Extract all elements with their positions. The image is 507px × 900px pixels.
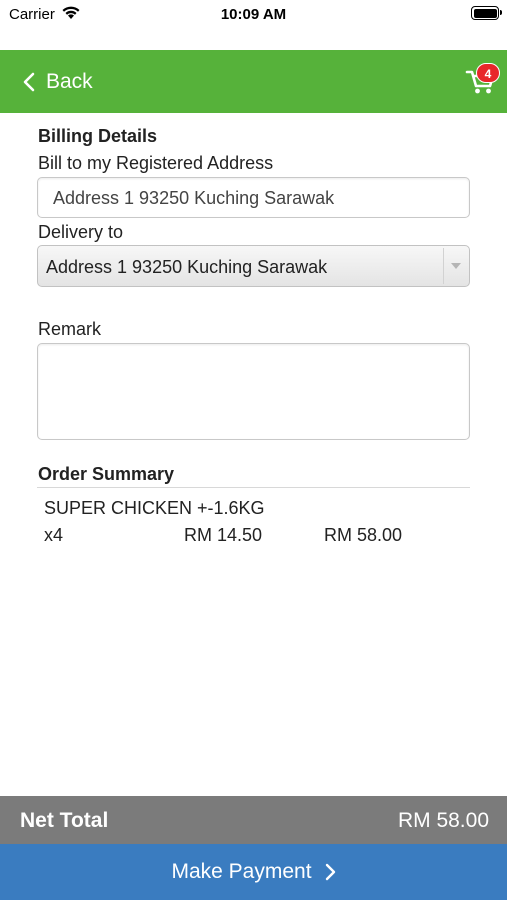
- delivery-to-label: Delivery to: [38, 222, 124, 242]
- battery-icon: [471, 6, 502, 20]
- registered-address-label: Bill to my Registered Address: [38, 153, 274, 173]
- make-payment-label: Make Payment: [171, 860, 312, 883]
- back-label: Back: [46, 70, 93, 93]
- order-summary-divider: [37, 487, 470, 488]
- item-name: SUPER CHICKEN +-1.6KG: [44, 498, 265, 518]
- remark-input[interactable]: [37, 343, 470, 440]
- chevron-left-icon: [23, 72, 35, 92]
- nav-bar: Back: [0, 50, 507, 113]
- status-time: 10:09 AM: [220, 6, 287, 23]
- billing-details-title: Billing Details: [38, 126, 158, 146]
- status-bar: Carrier 10:09 AM: [0, 0, 507, 50]
- item-quantity: x4: [44, 525, 64, 545]
- net-total-value: RM 58.00: [397, 809, 489, 832]
- chevron-right-icon: [325, 863, 335, 881]
- item-line-total: RM 58.00: [324, 525, 403, 545]
- back-button[interactable]: Back: [22, 68, 93, 96]
- registered-address-field[interactable]: Address 1 93250 Kuching Sarawak: [37, 177, 470, 218]
- order-summary-title: Order Summary: [38, 464, 175, 484]
- net-total-label: Net Total: [20, 809, 109, 832]
- item-unit-price: RM 14.50: [184, 525, 263, 545]
- remark-label: Remark: [38, 319, 102, 339]
- make-payment-button[interactable]: Make Payment: [0, 844, 507, 900]
- delivery-address-select[interactable]: Address 1 93250 Kuching Sarawak: [37, 245, 470, 287]
- cart-badge: 4: [476, 63, 500, 83]
- net-total-bar: Net Total RM 58.00: [0, 796, 507, 844]
- delivery-address-value: Address 1 93250 Kuching Sarawak: [46, 257, 328, 277]
- chevron-down-icon: [450, 263, 461, 269]
